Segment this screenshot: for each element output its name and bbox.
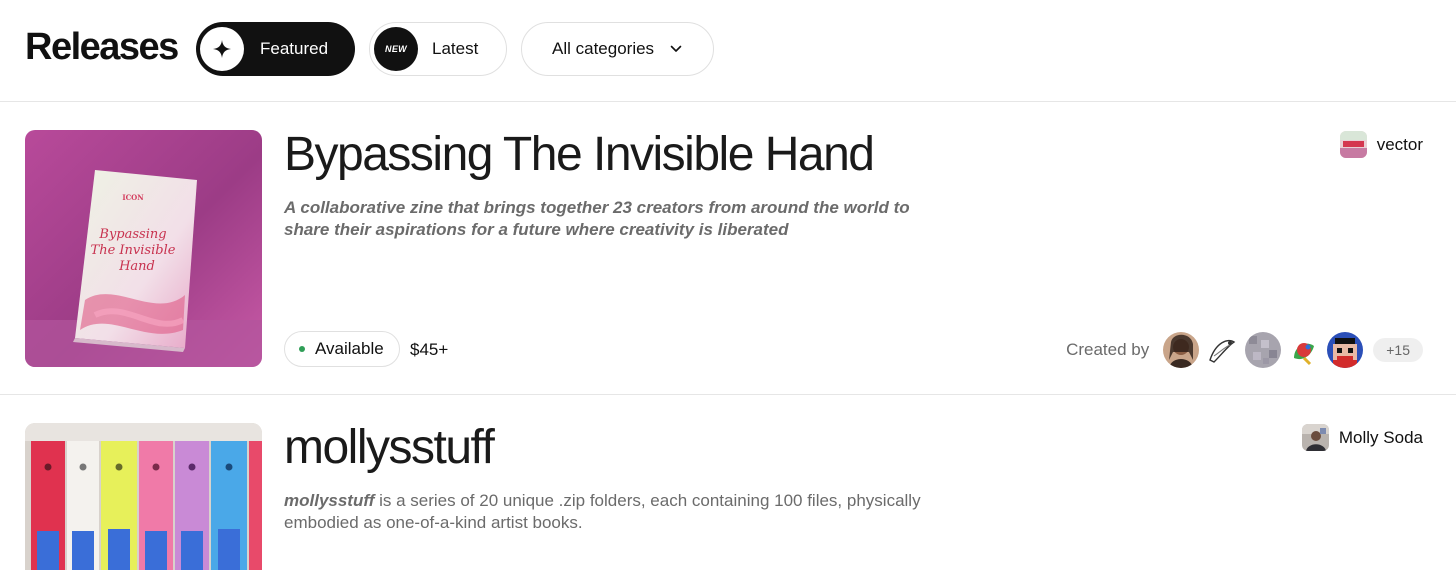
creator-avatar-4[interactable] [1286, 332, 1323, 368]
creator-avatar-5[interactable] [1327, 332, 1364, 368]
creator-name: vector [1376, 134, 1423, 154]
latest-filter-button[interactable]: NEW Latest [369, 22, 507, 76]
creator-avatar-2[interactable] [1204, 332, 1241, 368]
created-by: Created by +15 [1066, 331, 1423, 369]
latest-label: Latest [432, 39, 479, 58]
svg-text:The Invisible: The Invisible [91, 243, 176, 258]
creator-avatar [1339, 131, 1367, 158]
release-price: $45+ [410, 340, 449, 359]
featured-filter-button[interactable]: Featured [196, 22, 355, 76]
release-description-text: is a series of 20 unique .zip folders, e… [284, 491, 921, 532]
category-dropdown[interactable]: All categories [521, 22, 714, 76]
header: Releases Featured NEW Latest All categor… [0, 0, 1456, 102]
svg-text:Bypassing: Bypassing [98, 227, 166, 242]
status-label: Available [315, 339, 384, 358]
release-creator[interactable]: Molly Soda [1301, 424, 1423, 451]
created-by-label: Created by [1066, 340, 1150, 359]
release-title[interactable]: Bypassing The Invisible Hand [284, 127, 875, 182]
chevron-down-icon [670, 45, 682, 53]
release-description-name: mollysstuff [284, 491, 375, 510]
svg-text:Hand: Hand [118, 259, 155, 274]
creator-avatar-1[interactable] [1163, 332, 1200, 368]
cover-logo: ICON [122, 193, 144, 202]
release-cover-image[interactable] [25, 423, 262, 570]
creator-avatar-3[interactable] [1245, 332, 1282, 368]
release-description: A collaborative zine that brings togethe… [284, 198, 910, 239]
release-cover-image[interactable]: ICON Bypassing The Invisible Hand [25, 130, 262, 367]
creator-avatar [1301, 424, 1329, 451]
category-label: All categories [552, 39, 655, 58]
more-creators-badge[interactable]: +15 [1373, 338, 1423, 362]
status-badge: Available [284, 331, 400, 367]
release-card[interactable]: mollysstuff mollysstuff is a series of 2… [0, 396, 1456, 570]
release-description: mollysstuff is a series of 20 unique .zi… [284, 490, 954, 534]
available-dot-icon [299, 346, 305, 352]
release-title[interactable]: mollysstuff [284, 420, 495, 475]
new-badge-icon: NEW [374, 27, 418, 71]
sparkle-icon [200, 27, 244, 71]
release-creator[interactable]: vector [1339, 131, 1423, 158]
page-title: Releases [25, 26, 179, 68]
featured-label: Featured [260, 39, 329, 58]
release-card[interactable]: ICON Bypassing The Invisible Hand Bypass… [0, 103, 1456, 395]
creator-name: Molly Soda [1338, 427, 1423, 447]
